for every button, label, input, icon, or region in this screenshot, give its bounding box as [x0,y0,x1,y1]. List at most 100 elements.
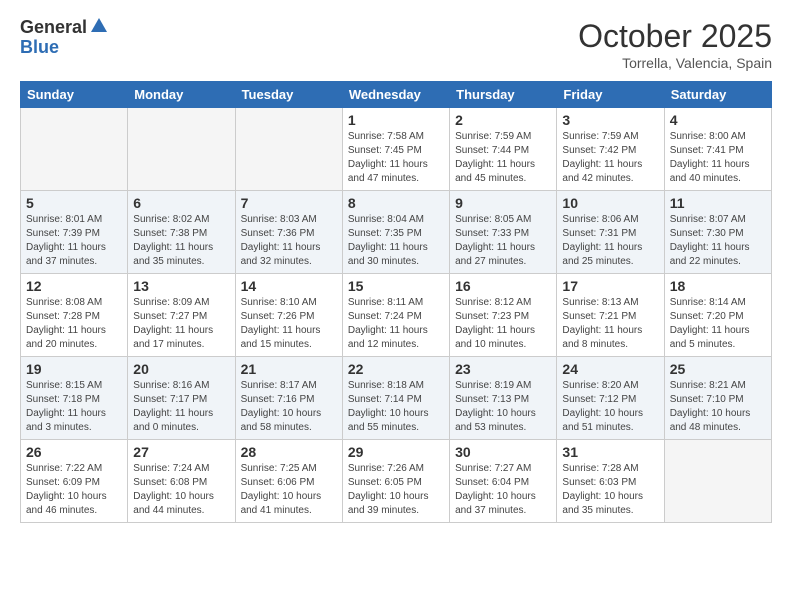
day-info: Sunrise: 8:12 AM Sunset: 7:23 PM Dayligh… [455,296,551,352]
day-number: 10 [562,195,658,211]
day-number: 14 [241,278,337,294]
day-info: Sunrise: 8:11 AM Sunset: 7:24 PM Dayligh… [348,296,444,352]
table-row: 29 Sunrise: 7:26 AM Sunset: 6:05 PM Dayli… [342,440,449,523]
day-info: Sunrise: 8:21 AM Sunset: 7:10 PM Dayligh… [670,379,766,435]
table-row: 12 Sunrise: 8:08 AM Sunset: 7:28 PM Dayli… [21,274,128,357]
table-row: 24 Sunrise: 8:20 AM Sunset: 7:12 PM Dayli… [557,357,664,440]
page: General Blue October 2025 Torrella, Vale… [0,0,792,612]
table-row: 11 Sunrise: 8:07 AM Sunset: 7:30 PM Dayli… [664,191,771,274]
day-info: Sunrise: 8:19 AM Sunset: 7:13 PM Dayligh… [455,379,551,435]
day-info: Sunrise: 7:26 AM Sunset: 6:05 PM Dayligh… [348,462,444,518]
table-row [128,108,235,191]
col-friday: Friday [557,82,664,108]
day-number: 15 [348,278,444,294]
day-number: 4 [670,112,766,128]
day-info: Sunrise: 8:20 AM Sunset: 7:12 PM Dayligh… [562,379,658,435]
day-number: 28 [241,444,337,460]
table-row: 22 Sunrise: 8:18 AM Sunset: 7:14 PM Dayli… [342,357,449,440]
calendar-week-2: 5 Sunrise: 8:01 AM Sunset: 7:39 PM Daylig… [21,191,772,274]
day-info: Sunrise: 8:18 AM Sunset: 7:14 PM Dayligh… [348,379,444,435]
logo-text: General Blue [20,18,109,58]
day-info: Sunrise: 8:01 AM Sunset: 7:39 PM Dayligh… [26,213,122,269]
table-row: 14 Sunrise: 8:10 AM Sunset: 7:26 PM Dayli… [235,274,342,357]
table-row: 31Sunrise: 7:28 AM Sunset: 6:03 PM Dayli… [557,440,664,523]
day-number: 24 [562,361,658,377]
table-row: 23 Sunrise: 8:19 AM Sunset: 7:13 PM Dayli… [450,357,557,440]
day-info: Sunrise: 8:16 AM Sunset: 7:17 PM Dayligh… [133,379,229,435]
table-row [235,108,342,191]
day-info: Sunrise: 8:09 AM Sunset: 7:27 PM Dayligh… [133,296,229,352]
table-row: 6Sunrise: 8:02 AM Sunset: 7:38 PM Daylig… [128,191,235,274]
day-info: Sunrise: 7:59 AM Sunset: 7:44 PM Dayligh… [455,130,551,186]
calendar-week-1: 1 Sunrise: 7:58 AM Sunset: 7:45 PM Daylig… [21,108,772,191]
table-row: 4Sunrise: 8:00 AM Sunset: 7:41 PM Daylig… [664,108,771,191]
table-row: 3 Sunrise: 7:59 AM Sunset: 7:42 PM Daylig… [557,108,664,191]
day-number: 12 [26,278,122,294]
day-number: 5 [26,195,122,211]
day-number: 1 [348,112,444,128]
location: Torrella, Valencia, Spain [578,55,772,71]
col-saturday: Saturday [664,82,771,108]
day-number: 27 [133,444,229,460]
day-info: Sunrise: 7:22 AM Sunset: 6:09 PM Dayligh… [26,462,122,518]
day-number: 19 [26,361,122,377]
day-number: 29 [348,444,444,460]
calendar-week-3: 12 Sunrise: 8:08 AM Sunset: 7:28 PM Dayli… [21,274,772,357]
day-info: Sunrise: 8:04 AM Sunset: 7:35 PM Dayligh… [348,213,444,269]
day-number: 23 [455,361,551,377]
table-row: 9Sunrise: 8:05 AM Sunset: 7:33 PM Daylig… [450,191,557,274]
day-number: 13 [133,278,229,294]
table-row: 5 Sunrise: 8:01 AM Sunset: 7:39 PM Daylig… [21,191,128,274]
table-row: 25 Sunrise: 8:21 AM Sunset: 7:10 PM Dayli… [664,357,771,440]
table-row: 28Sunrise: 7:25 AM Sunset: 6:06 PM Dayli… [235,440,342,523]
title-section: October 2025 Torrella, Valencia, Spain [578,18,772,71]
table-row: 17 Sunrise: 8:13 AM Sunset: 7:21 PM Dayli… [557,274,664,357]
day-number: 22 [348,361,444,377]
day-number: 8 [348,195,444,211]
col-wednesday: Wednesday [342,82,449,108]
table-row: 26Sunrise: 7:22 AM Sunset: 6:09 PM Dayli… [21,440,128,523]
day-info: Sunrise: 8:03 AM Sunset: 7:36 PM Dayligh… [241,213,337,269]
day-info: Sunrise: 8:10 AM Sunset: 7:26 PM Dayligh… [241,296,337,352]
table-row: 13 Sunrise: 8:09 AM Sunset: 7:27 PM Dayli… [128,274,235,357]
table-row: 27 Sunrise: 7:24 AM Sunset: 6:08 PM Dayli… [128,440,235,523]
day-info: Sunrise: 8:06 AM Sunset: 7:31 PM Dayligh… [562,213,658,269]
day-number: 11 [670,195,766,211]
day-number: 20 [133,361,229,377]
col-monday: Monday [128,82,235,108]
day-info: Sunrise: 8:07 AM Sunset: 7:30 PM Dayligh… [670,213,766,269]
day-info: Sunrise: 8:13 AM Sunset: 7:21 PM Dayligh… [562,296,658,352]
day-number: 30 [455,444,551,460]
day-info: Sunrise: 7:59 AM Sunset: 7:42 PM Dayligh… [562,130,658,186]
table-row: 18 Sunrise: 8:14 AM Sunset: 7:20 PM Dayli… [664,274,771,357]
table-row: 15 Sunrise: 8:11 AM Sunset: 7:24 PM Dayli… [342,274,449,357]
col-tuesday: Tuesday [235,82,342,108]
day-info: Sunrise: 7:28 AM Sunset: 6:03 PM Dayligh… [562,462,658,518]
header-row: Sunday Monday Tuesday Wednesday Thursday… [21,82,772,108]
table-row: 21Sunrise: 8:17 AM Sunset: 7:16 PM Dayli… [235,357,342,440]
day-info: Sunrise: 8:17 AM Sunset: 7:16 PM Dayligh… [241,379,337,435]
table-row [664,440,771,523]
day-info: Sunrise: 7:58 AM Sunset: 7:45 PM Dayligh… [348,130,444,186]
month-title: October 2025 [578,18,772,55]
table-row: 2 Sunrise: 7:59 AM Sunset: 7:44 PM Daylig… [450,108,557,191]
table-row: 20 Sunrise: 8:16 AM Sunset: 7:17 PM Dayli… [128,357,235,440]
day-info: Sunrise: 8:08 AM Sunset: 7:28 PM Dayligh… [26,296,122,352]
col-sunday: Sunday [21,82,128,108]
table-row: 8 Sunrise: 8:04 AM Sunset: 7:35 PM Daylig… [342,191,449,274]
day-info: Sunrise: 8:15 AM Sunset: 7:18 PM Dayligh… [26,379,122,435]
table-row: 7Sunrise: 8:03 AM Sunset: 7:36 PM Daylig… [235,191,342,274]
day-number: 18 [670,278,766,294]
day-number: 17 [562,278,658,294]
table-row [21,108,128,191]
day-number: 16 [455,278,551,294]
day-number: 3 [562,112,658,128]
day-info: Sunrise: 8:14 AM Sunset: 7:20 PM Dayligh… [670,296,766,352]
day-info: Sunrise: 7:24 AM Sunset: 6:08 PM Dayligh… [133,462,229,518]
day-number: 25 [670,361,766,377]
table-row: 30Sunrise: 7:27 AM Sunset: 6:04 PM Dayli… [450,440,557,523]
calendar-week-5: 26Sunrise: 7:22 AM Sunset: 6:09 PM Dayli… [21,440,772,523]
day-info: Sunrise: 8:05 AM Sunset: 7:33 PM Dayligh… [455,213,551,269]
table-row: 16 Sunrise: 8:12 AM Sunset: 7:23 PM Dayli… [450,274,557,357]
day-number: 2 [455,112,551,128]
